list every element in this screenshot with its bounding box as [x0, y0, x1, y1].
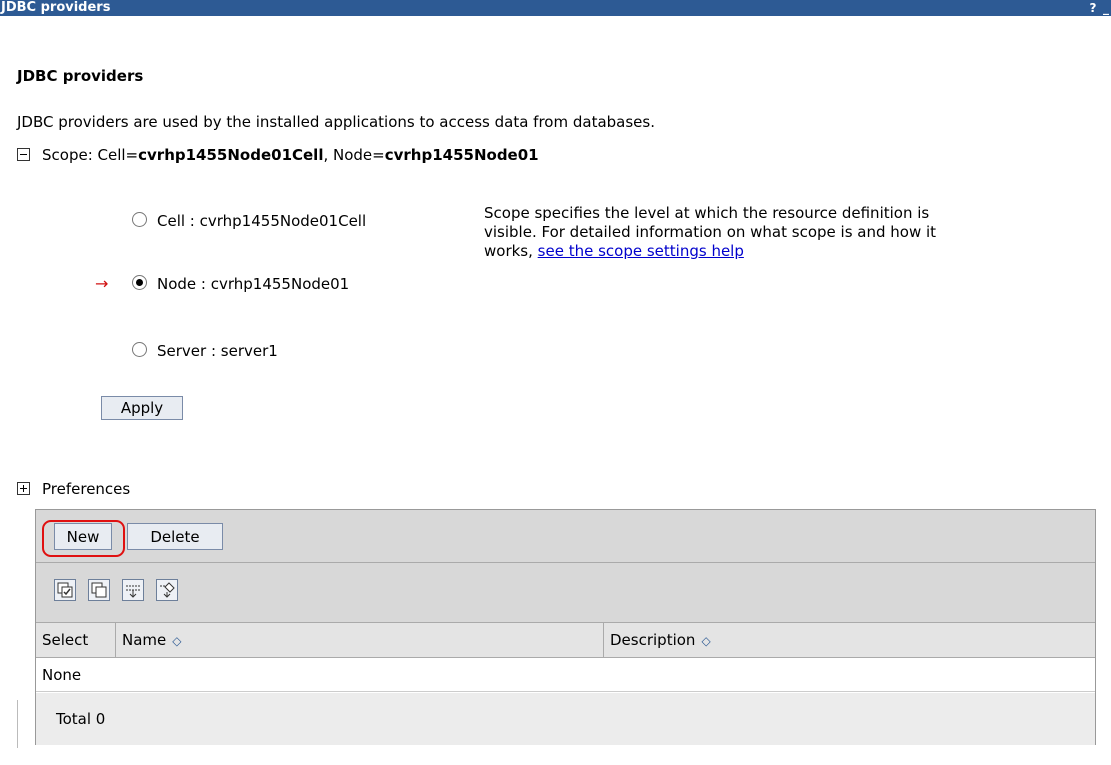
- scope-option-server[interactable]: Server : server1: [132, 342, 278, 360]
- clear-filter-icon[interactable]: [156, 579, 178, 601]
- scope-help-text: Scope specifies the level at which the r…: [484, 204, 974, 261]
- scope-option-cell[interactable]: Cell : cvrhp1455Node01Cell: [132, 212, 366, 230]
- title-bar: JDBC providers ? _: [0, 0, 1111, 16]
- table-header: Select Name ◇ Description ◇: [36, 623, 1095, 658]
- providers-collection: New Delete Select Name ◇ Description ◇ Non…: [35, 509, 1096, 745]
- column-name[interactable]: Name ◇: [116, 623, 604, 657]
- scope-node-sep: , Node=: [323, 146, 385, 164]
- apply-button[interactable]: Apply: [101, 396, 183, 420]
- scope-option-label: Server : server1: [157, 342, 278, 360]
- delete-button[interactable]: Delete: [127, 523, 223, 550]
- expand-icon[interactable]: [17, 482, 30, 495]
- scope-option-label: Node : cvrhp1455Node01: [157, 275, 350, 293]
- current-scope-arrow-icon: →: [95, 274, 109, 293]
- sort-icon[interactable]: ◇: [172, 634, 181, 648]
- minimize-icon[interactable]: _: [1101, 0, 1111, 16]
- left-border: [17, 700, 18, 748]
- page-title: JDBC providers: [17, 67, 144, 85]
- column-description-label: Description: [610, 631, 696, 649]
- radio-node[interactable]: [132, 275, 147, 290]
- selection-toolbar: [36, 563, 1095, 623]
- show-filter-icon[interactable]: [122, 579, 144, 601]
- scope-prefix: Scope: Cell=: [42, 146, 139, 164]
- scope-node-value: cvrhp1455Node01: [384, 146, 539, 164]
- preferences-toggle[interactable]: Preferences: [17, 480, 130, 498]
- radio-server[interactable]: [132, 342, 147, 357]
- sort-icon[interactable]: ◇: [701, 634, 710, 648]
- table-total: Total 0: [36, 693, 1095, 745]
- collapse-icon[interactable]: [17, 148, 30, 161]
- scope-option-node[interactable]: Node : cvrhp1455Node01: [132, 275, 349, 293]
- preferences-label: Preferences: [42, 480, 131, 498]
- title-bar-title: JDBC providers: [1, 0, 111, 15]
- table-empty-row: None: [36, 658, 1095, 692]
- radio-cell[interactable]: [132, 212, 147, 227]
- column-select: Select: [36, 623, 116, 657]
- scope-cell-value: cvrhp1455Node01Cell: [138, 146, 324, 164]
- deselect-all-icon[interactable]: [88, 579, 110, 601]
- scope-help-link[interactable]: see the scope settings help: [538, 242, 744, 260]
- button-bar: New Delete: [36, 510, 1095, 563]
- page-description: JDBC providers are used by the installed…: [17, 113, 655, 131]
- scope-summary: Scope: Cell=cvrhp1455Node01Cell, Node=cv…: [17, 146, 539, 164]
- help-icon[interactable]: ?: [1087, 0, 1099, 16]
- select-all-icon[interactable]: [54, 579, 76, 601]
- column-name-label: Name: [122, 631, 167, 649]
- new-button-highlight: [42, 520, 125, 557]
- scope-option-label: Cell : cvrhp1455Node01Cell: [157, 212, 367, 230]
- column-description[interactable]: Description ◇: [604, 623, 1097, 657]
